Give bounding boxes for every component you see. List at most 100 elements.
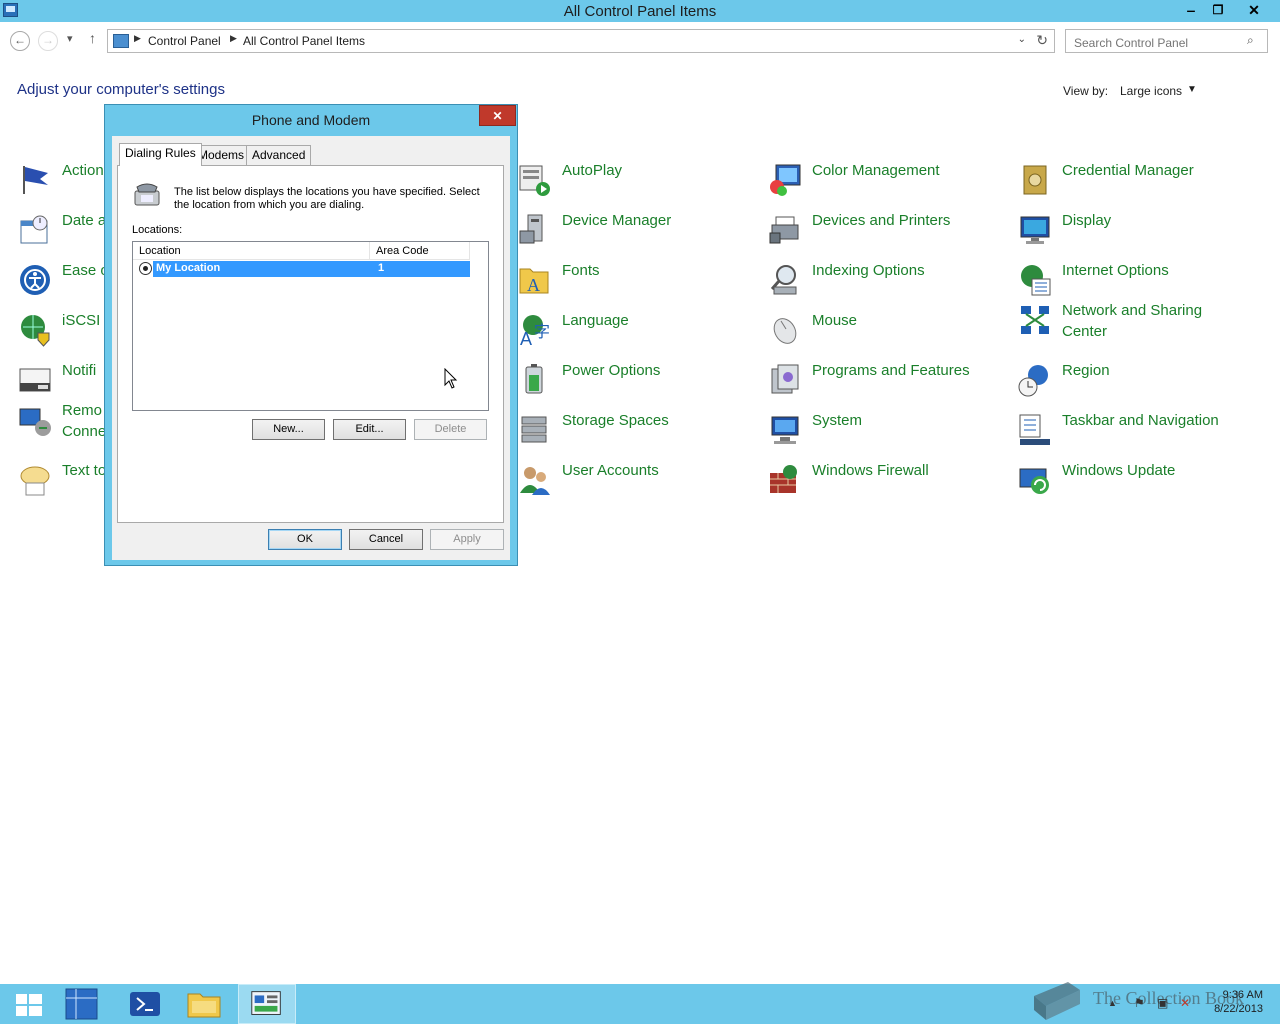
search-icon[interactable]: ⌕ (1247, 33, 1254, 48)
page-heading: Adjust your computer's settings (17, 81, 225, 98)
color-management-icon (770, 164, 801, 196)
control-panel-icon (113, 34, 129, 48)
vault-icon (1023, 165, 1047, 195)
cp-item-label: Language (562, 312, 629, 329)
tab-advanced[interactable]: Advanced (246, 145, 312, 165)
view-by-label: View by: (1063, 84, 1109, 98)
windows-logo-icon (16, 994, 42, 1016)
cp-item-label: Devices and Printers (812, 212, 951, 229)
firewall-icon (770, 465, 797, 493)
remote-connection-icon (19, 408, 51, 436)
calendar-icon (20, 215, 48, 244)
recent-locations-button[interactable]: ▾ (67, 32, 73, 45)
forward-button[interactable]: → (38, 31, 58, 51)
autoplay-icon (519, 165, 550, 196)
cp-item-label: Region (1062, 362, 1110, 379)
dialog-body: Dialing Rules Modems Advanced The list b… (112, 136, 510, 560)
show-hidden-icons-button[interactable]: ▲ (1108, 998, 1117, 1008)
display-icon (1020, 216, 1050, 244)
volume-muted-icon[interactable]: ✕ (1180, 996, 1190, 1010)
restore-button[interactable]: ❐ (1204, 0, 1232, 20)
tab-dialing-rules[interactable]: Dialing Rules (119, 143, 202, 166)
cp-item-label: Storage Spaces (562, 412, 669, 429)
column-header-area-code[interactable]: Area Code (370, 242, 470, 260)
taskbar: The Collection Book ▲ ⚑ ▣ ✕ 9:36 AM 8/22… (0, 982, 1280, 1024)
clock[interactable]: 9:36 AM 8/22/2013 (1208, 988, 1263, 1016)
indexing-icon (770, 265, 797, 295)
taskbar-control-panel[interactable] (238, 984, 296, 1024)
windows-update-icon (1019, 468, 1049, 494)
address-bar[interactable]: ▶ Control Panel ▶ All Control Panel Item… (107, 29, 1055, 53)
control-panel-icon (251, 991, 281, 1015)
column-header-location[interactable]: Location (133, 242, 370, 260)
network-tray-icon[interactable]: ▣ (1157, 996, 1168, 1010)
breadcrumb-separator[interactable]: ▶ (134, 33, 141, 44)
notification-area-icon (19, 368, 51, 392)
breadcrumb-separator[interactable]: ▶ (230, 33, 237, 44)
device-manager-icon (519, 214, 543, 244)
address-dropdown-icon[interactable]: ⌄ (1018, 34, 1026, 45)
users-icon (520, 467, 550, 495)
region-icon (1018, 365, 1048, 397)
cp-item-label: Internet Options (1062, 262, 1169, 279)
cp-item-label: Color Management (812, 162, 940, 179)
speech-bubble-icon (20, 466, 50, 496)
battery-icon (525, 364, 543, 394)
apply-button[interactable]: Apply (430, 529, 504, 550)
close-button[interactable]: ✕ (1240, 0, 1268, 20)
cp-item-label: Power Options (562, 362, 661, 379)
folder-icon (187, 993, 221, 1018)
network-icon (1021, 306, 1049, 334)
cp-item-label: Display (1062, 212, 1112, 229)
breadcrumb-control-panel[interactable]: Control Panel (148, 34, 221, 48)
search-input[interactable] (1065, 29, 1268, 53)
edit-button[interactable]: Edit... (333, 419, 406, 440)
start-button[interactable] (0, 984, 58, 1024)
internet-options-icon (1021, 265, 1051, 296)
mouse-icon (773, 318, 797, 344)
selected-location-radio[interactable] (139, 262, 152, 275)
new-button[interactable]: New... (252, 419, 325, 440)
svg-text:A: A (527, 275, 540, 295)
refresh-icon[interactable]: ↻ (1036, 32, 1048, 49)
dialog-close-button[interactable]: ✕ (479, 105, 516, 126)
phone-and-modem-dialog: Phone and Modem ✕ Dialing Rules Modems A… (104, 104, 518, 566)
location-area-code: 1 (378, 262, 385, 274)
window-title: All Control Panel Items (563, 3, 717, 20)
cp-item-label: Credential Manager (1062, 162, 1194, 179)
delete-button[interactable]: Delete (414, 419, 487, 440)
cp-item-label: Fonts (562, 262, 600, 279)
dialing-rules-description: The list below displays the locations yo… (174, 186, 480, 211)
minimize-button[interactable]: ‒ (1177, 0, 1205, 20)
cp-item-label: Indexing Options (812, 262, 925, 279)
locations-list[interactable]: Location Area Code My Location 1 (132, 241, 489, 411)
mouse-cursor-icon (444, 368, 458, 389)
breadcrumb-all-items[interactable]: All Control Panel Items (243, 34, 365, 48)
dialog-title: Phone and Modem (251, 112, 371, 128)
ok-button[interactable]: OK (268, 529, 342, 550)
cp-item-label: AutoPlay (562, 162, 623, 179)
language-icon: A字 (520, 315, 550, 347)
taskbar-server-manager[interactable] (58, 984, 116, 1024)
chevron-down-icon[interactable]: ▼ (1187, 84, 1197, 95)
cp-item-label: Windows Update (1062, 462, 1176, 479)
clock-time: 9:36 AM (1222, 989, 1263, 1001)
programs-icon (771, 364, 799, 394)
globe-shield-icon (21, 315, 50, 347)
cp-item-label: Windows Firewall (812, 462, 929, 479)
taskbar-file-explorer[interactable] (178, 984, 236, 1024)
taskbar-powershell[interactable] (118, 984, 176, 1024)
up-button[interactable]: ↑ (89, 30, 96, 46)
fonts-folder-icon: A (519, 268, 549, 295)
action-center-flag-icon[interactable]: ⚑ (1134, 996, 1145, 1010)
list-item[interactable]: My Location 1 (153, 261, 470, 277)
phone-icon (134, 183, 160, 206)
cancel-button[interactable]: Cancel (349, 529, 423, 550)
book-watermark-icon (1034, 982, 1080, 1020)
back-button[interactable]: ← (10, 31, 30, 51)
svg-text:A: A (520, 329, 532, 347)
view-by-dropdown[interactable]: Large icons (1120, 84, 1182, 98)
printer-icon (769, 216, 799, 244)
svg-text:字: 字 (534, 323, 550, 341)
cp-item-label: Mouse (812, 312, 858, 329)
